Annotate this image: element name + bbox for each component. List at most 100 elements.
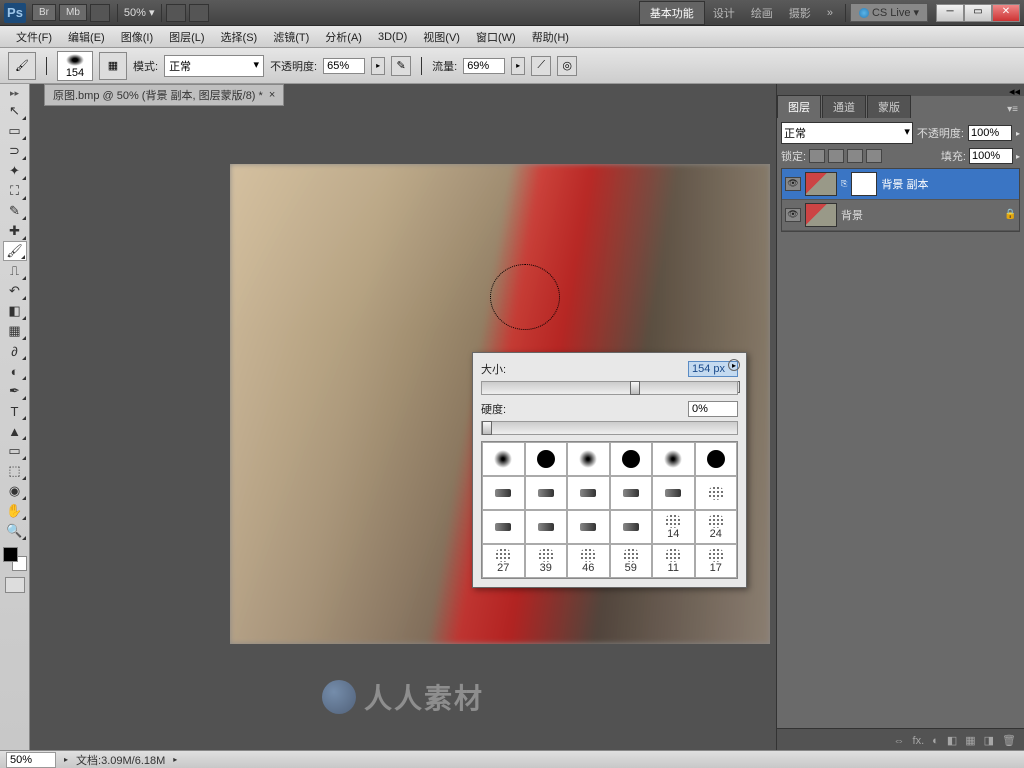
brush-preset[interactable]: 46	[567, 544, 610, 578]
lock-transparent-icon[interactable]	[809, 149, 825, 163]
brush-preset[interactable]	[610, 510, 653, 544]
blend-mode-select[interactable]: 正常▾	[164, 55, 264, 77]
delete-layer-icon[interactable]: 🗑	[1002, 734, 1016, 747]
eraser-tool[interactable]: ◧	[3, 301, 27, 321]
airbrush-icon[interactable]: ⟋	[531, 56, 551, 76]
brush-preset[interactable]	[525, 510, 568, 544]
tool-preset-icon[interactable]: 🖌	[8, 52, 36, 80]
new-layer-icon[interactable]: ◨	[984, 734, 994, 747]
minimize-button[interactable]: ─	[936, 4, 964, 22]
menu-view[interactable]: 视图(V)	[415, 27, 468, 47]
close-button[interactable]: ✕	[992, 4, 1020, 22]
workspace-more[interactable]: »	[827, 7, 833, 19]
foreground-color[interactable]	[3, 547, 18, 562]
menu-window[interactable]: 窗口(W)	[468, 27, 524, 47]
mask-icon[interactable]: ◐	[932, 735, 939, 747]
stamp-tool[interactable]: ⎍	[3, 261, 27, 281]
workspace-paint[interactable]: 绘画	[751, 5, 773, 21]
quick-select-tool[interactable]: ✦	[3, 161, 27, 181]
close-tab-icon[interactable]: ×	[269, 89, 275, 101]
type-tool[interactable]: T	[3, 401, 27, 421]
brush-preset[interactable]	[567, 476, 610, 510]
brush-preset[interactable]: 39	[525, 544, 568, 578]
brush-preset[interactable]	[525, 442, 568, 476]
brush-preset[interactable]: 59	[610, 544, 653, 578]
brush-preset[interactable]: 24	[695, 510, 738, 544]
menu-filter[interactable]: 滤镜(T)	[265, 27, 317, 47]
layer-thumb[interactable]	[805, 172, 837, 196]
move-tool[interactable]: ↖	[3, 101, 27, 121]
brush-preset[interactable]: 11	[652, 544, 695, 578]
layer-row[interactable]: 👁⎘背景 副本	[782, 169, 1019, 200]
lock-pixels-icon[interactable]	[828, 149, 844, 163]
gradient-tool[interactable]: ▦	[3, 321, 27, 341]
brush-tool[interactable]: 🖌	[3, 241, 27, 261]
document-tab[interactable]: 原图.bmp @ 50% (背景 副本, 图层蒙版/8) *×	[44, 84, 284, 106]
history-brush-tool[interactable]: ↶	[3, 281, 27, 301]
brush-preset[interactable]: 14	[652, 510, 695, 544]
3d-tool[interactable]: ⬚	[3, 461, 27, 481]
adjustment-icon[interactable]: ◧	[947, 734, 957, 747]
cslive-button[interactable]: CS Live ▾	[850, 3, 928, 22]
brush-preset[interactable]	[695, 442, 738, 476]
tab-channels[interactable]: 通道	[822, 95, 866, 118]
marquee-tool[interactable]: ▭	[3, 121, 27, 141]
bridge-button[interactable]: Br	[32, 4, 56, 21]
menu-edit[interactable]: 编辑(E)	[60, 27, 113, 47]
brush-hardness-input[interactable]	[688, 401, 738, 417]
path-select-tool[interactable]: ▲	[3, 421, 27, 441]
workspace-design[interactable]: 设计	[713, 5, 735, 21]
panel-menu-icon[interactable]: ▾≡	[1001, 101, 1024, 118]
extras-icon[interactable]	[189, 4, 209, 22]
zoom-tool[interactable]: 🔍	[3, 521, 27, 541]
visibility-icon[interactable]: 👁	[785, 177, 801, 191]
minibridge-button[interactable]: Mb	[59, 4, 87, 21]
visibility-icon[interactable]: 👁	[785, 208, 801, 222]
brush-preset[interactable]: 27	[482, 544, 525, 578]
healing-tool[interactable]: ✚	[3, 221, 27, 241]
brush-preset[interactable]	[652, 476, 695, 510]
workspace-active[interactable]: 基本功能	[639, 1, 705, 25]
pen-tool[interactable]: ✒	[3, 381, 27, 401]
eyedropper-tool[interactable]: ✎	[3, 201, 27, 221]
arrange-docs-icon[interactable]	[166, 4, 186, 22]
layer-opacity-input[interactable]	[968, 125, 1012, 141]
dodge-tool[interactable]: ◐	[3, 361, 27, 381]
blur-tool[interactable]: ∂	[3, 341, 27, 361]
screen-mode-icon[interactable]	[90, 4, 110, 22]
brush-preset[interactable]	[482, 476, 525, 510]
brush-hardness-slider[interactable]	[481, 421, 738, 435]
quick-mask-button[interactable]	[5, 577, 25, 593]
menu-3d[interactable]: 3D(D)	[370, 29, 415, 45]
workspace-photo[interactable]: 摄影	[789, 5, 811, 21]
brush-preset[interactable]	[482, 442, 525, 476]
menu-analysis[interactable]: 分析(A)	[317, 27, 370, 47]
flow-input[interactable]	[463, 58, 505, 74]
menu-file[interactable]: 文件(F)	[8, 27, 60, 47]
menu-help[interactable]: 帮助(H)	[524, 27, 577, 47]
layer-thumb[interactable]	[805, 203, 837, 227]
menu-layer[interactable]: 图层(L)	[161, 27, 212, 47]
brush-size-slider[interactable]	[481, 381, 738, 395]
brush-preset-picker[interactable]: 154	[57, 51, 93, 81]
zoom-select[interactable]: 50% ▾	[122, 4, 157, 21]
layer-row[interactable]: 👁背景🔒	[782, 200, 1019, 231]
fx-icon[interactable]: fx.	[913, 735, 925, 747]
opacity-pressure-icon[interactable]: ▸	[371, 57, 385, 75]
brush-preset[interactable]	[610, 476, 653, 510]
link-layers-icon[interactable]: ⇔	[894, 735, 905, 747]
menu-select[interactable]: 选择(S)	[213, 27, 266, 47]
3d-camera-tool[interactable]: ◉	[3, 481, 27, 501]
tab-layers[interactable]: 图层	[777, 95, 821, 118]
flow-arrow-icon[interactable]: ▸	[511, 57, 525, 75]
brush-preset[interactable]: 17	[695, 544, 738, 578]
mask-thumb[interactable]	[851, 172, 877, 196]
popup-flyout-icon[interactable]: ▸	[728, 359, 740, 371]
brush-preset[interactable]	[525, 476, 568, 510]
brush-preset[interactable]	[695, 476, 738, 510]
brush-preset[interactable]	[652, 442, 695, 476]
tablet-size-icon[interactable]: ◎	[557, 56, 577, 76]
color-swatches[interactable]	[3, 547, 27, 571]
layer-blend-select[interactable]: 正常▾	[781, 122, 913, 144]
tab-masks[interactable]: 蒙版	[867, 95, 911, 118]
